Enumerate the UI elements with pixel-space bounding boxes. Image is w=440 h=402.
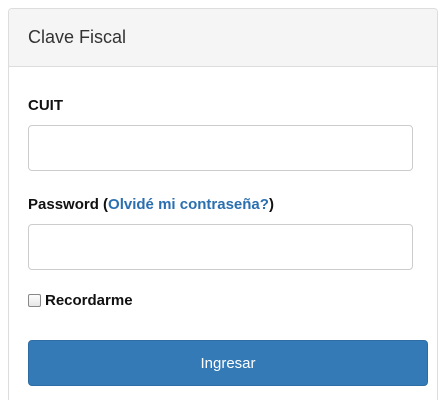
forgot-open-paren: ( [98,196,109,213]
submit-button[interactable]: Ingresar [28,340,428,386]
cuit-label: CUIT [28,97,63,114]
login-panel: Clave Fiscal CUIT Password (Olvidé mi co… [8,8,438,400]
panel-heading: Clave Fiscal [9,9,437,67]
remember-label[interactable]: Recordarme [45,292,133,309]
password-input[interactable] [28,224,413,270]
forgot-close-paren: ) [268,196,274,213]
password-label: Password [28,196,99,213]
remember-row: Recordarme [28,292,133,309]
submit-button-label: Ingresar [200,354,256,372]
panel-title: Clave Fiscal [28,27,127,47]
cuit-input[interactable] [28,125,413,171]
password-label-row: Password (Olvidé mi contraseña?) [28,196,274,213]
remember-checkbox[interactable] [28,294,41,307]
forgot-password-link[interactable]: Olvidé mi contraseña? [108,196,269,213]
